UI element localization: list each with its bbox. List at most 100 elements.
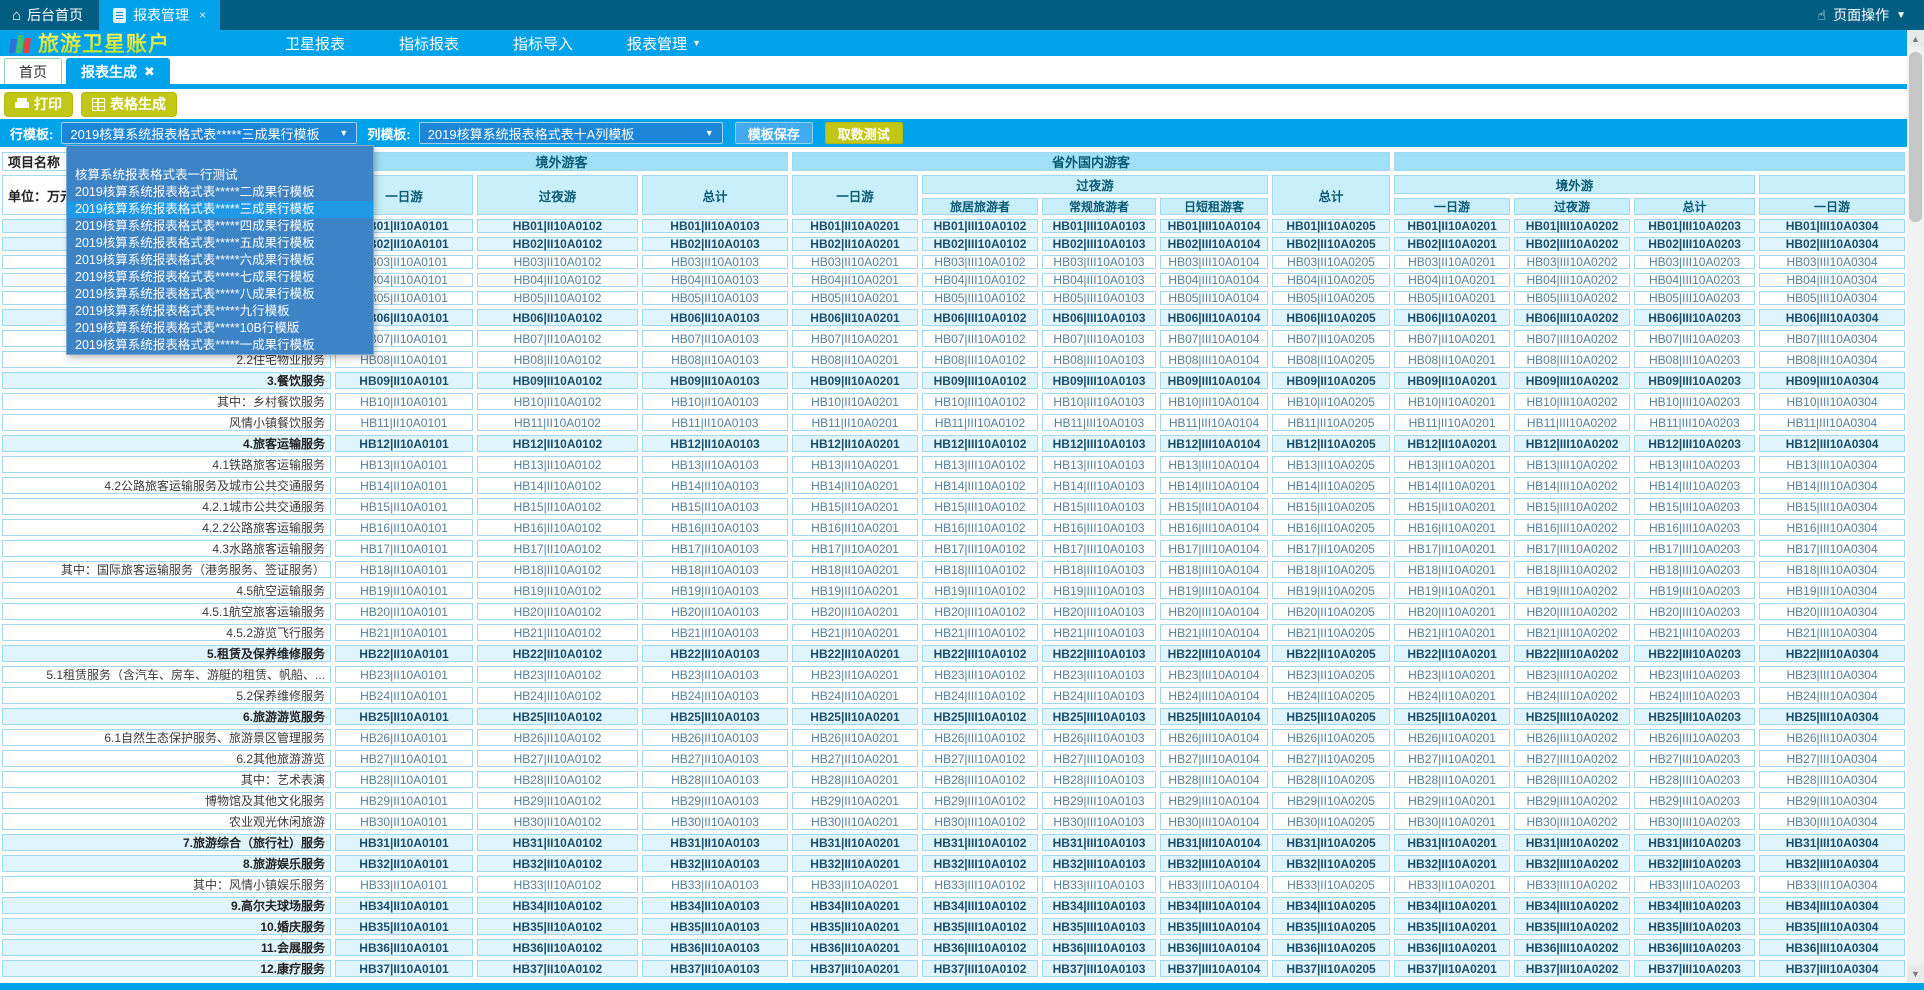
cell-code[interactable]: HB02|III10A0102 <box>920 235 1040 253</box>
cell-code[interactable]: HB06|III10A0103 <box>1040 307 1158 328</box>
cell-code[interactable]: HB24|III10A0102 <box>920 685 1040 706</box>
cell-code[interactable]: HB22|III10A0103 <box>1040 643 1158 664</box>
cell-code[interactable]: HB23|III10A0203 <box>1632 664 1757 685</box>
cell-code[interactable]: HB12|II10A0201 <box>1392 433 1512 454</box>
cell-code[interactable]: HB23|III10A0304 <box>1757 664 1907 685</box>
cell-code[interactable]: HB04|III10A0202 <box>1512 271 1632 289</box>
cell-code[interactable]: HB27|II10A0102 <box>475 748 640 769</box>
cell-code[interactable]: HB20|II10A0201 <box>1392 601 1512 622</box>
dropdown-option[interactable]: 核算系统报表格式表一行测试 <box>67 167 373 184</box>
cell-code[interactable]: HB22|III10A0203 <box>1632 643 1757 664</box>
cell-code[interactable]: HB36|II10A0201 <box>1392 937 1512 958</box>
cell-code[interactable]: HB08|III10A0103 <box>1040 349 1158 370</box>
cell-code[interactable]: HB23|II10A0103 <box>640 664 790 685</box>
cell-code[interactable]: HB07|II10A0103 <box>640 328 790 349</box>
cell-code[interactable]: HB01|II10A0102 <box>475 217 640 235</box>
cell-code[interactable]: HB03|III10A0203 <box>1632 253 1757 271</box>
cell-code[interactable]: HB35|II10A0205 <box>1270 916 1392 937</box>
cell-code[interactable]: HB01|II10A0201 <box>1392 217 1512 235</box>
cell-code[interactable]: HB36|II10A0205 <box>1270 937 1392 958</box>
cell-code[interactable]: HB07|III10A0103 <box>1040 328 1158 349</box>
cell-code[interactable]: HB11|III10A0103 <box>1040 412 1158 433</box>
cell-code[interactable]: HB11|II10A0201 <box>1392 412 1512 433</box>
cell-code[interactable]: HB28|III10A0304 <box>1757 769 1907 790</box>
cell-code[interactable]: HB17|II10A0103 <box>640 538 790 559</box>
cell-code[interactable]: HB01|III10A0104 <box>1158 217 1270 235</box>
cell-code[interactable]: HB13|III10A0304 <box>1757 454 1907 475</box>
cell-code[interactable]: HB35|III10A0103 <box>1040 916 1158 937</box>
cell-code[interactable]: HB31|III10A0304 <box>1757 832 1907 853</box>
cell-code[interactable]: HB14|III10A0304 <box>1757 475 1907 496</box>
cell-code[interactable]: HB20|II10A0101 <box>333 601 475 622</box>
cell-code[interactable]: HB20|III10A0102 <box>920 601 1040 622</box>
cell-code[interactable]: HB20|II10A0201 <box>790 601 920 622</box>
cell-code[interactable]: HB11|III10A0104 <box>1158 412 1270 433</box>
cell-code[interactable]: HB17|II10A0201 <box>1392 538 1512 559</box>
cell-code[interactable]: HB10|III10A0102 <box>920 391 1040 412</box>
cell-code[interactable]: HB20|III10A0103 <box>1040 601 1158 622</box>
cell-code[interactable]: HB15|III10A0102 <box>920 496 1040 517</box>
cell-code[interactable]: HB14|III10A0103 <box>1040 475 1158 496</box>
cell-code[interactable]: HB29|II10A0103 <box>640 790 790 811</box>
cell-code[interactable]: HB35|II10A0102 <box>475 916 640 937</box>
cell-code[interactable]: HB04|II10A0103 <box>640 271 790 289</box>
dropdown-option[interactable]: 2019核算系统报表格式表*****二成果行模板 <box>67 184 373 201</box>
cell-code[interactable]: HB15|III10A0104 <box>1158 496 1270 517</box>
cell-code[interactable]: HB13|III10A0202 <box>1512 454 1632 475</box>
scroll-down-arrow-icon[interactable]: ▼ <box>1907 965 1924 982</box>
cell-code[interactable]: HB32|III10A0104 <box>1158 853 1270 874</box>
cell-code[interactable]: HB12|II10A0201 <box>790 433 920 454</box>
cell-code[interactable]: HB13|II10A0101 <box>333 454 475 475</box>
cell-code[interactable]: HB07|III10A0102 <box>920 328 1040 349</box>
cell-code[interactable]: HB17|III10A0304 <box>1757 538 1907 559</box>
cell-code[interactable]: HB02|III10A0202 <box>1512 235 1632 253</box>
cell-code[interactable]: HB09|III10A0203 <box>1632 370 1757 391</box>
cell-code[interactable]: HB26|II10A0102 <box>475 727 640 748</box>
cell-code[interactable]: HB05|II10A0103 <box>640 289 790 307</box>
cell-code[interactable]: HB14|II10A0103 <box>640 475 790 496</box>
cell-code[interactable]: HB27|II10A0101 <box>333 748 475 769</box>
cell-code[interactable]: HB36|II10A0103 <box>640 937 790 958</box>
cell-code[interactable]: HB08|II10A0205 <box>1270 349 1392 370</box>
cell-code[interactable]: HB15|II10A0101 <box>333 496 475 517</box>
cell-code[interactable]: HB12|III10A0102 <box>920 433 1040 454</box>
cell-code[interactable]: HB07|II10A0205 <box>1270 328 1392 349</box>
cell-code[interactable]: HB02|III10A0103 <box>1040 235 1158 253</box>
report-management-tab[interactable]: 报表管理 × <box>99 0 220 30</box>
cell-code[interactable]: HB35|III10A0203 <box>1632 916 1757 937</box>
cell-code[interactable]: HB06|III10A0203 <box>1632 307 1757 328</box>
cell-code[interactable]: HB25|III10A0103 <box>1040 706 1158 727</box>
cell-code[interactable]: HB37|III10A0104 <box>1158 958 1270 979</box>
cell-code[interactable]: HB05|II10A0201 <box>790 289 920 307</box>
cell-code[interactable]: HB12|II10A0103 <box>640 433 790 454</box>
cell-code[interactable]: HB28|II10A0201 <box>790 769 920 790</box>
cell-code[interactable]: HB35|II10A0101 <box>333 916 475 937</box>
cell-code[interactable]: HB04|II10A0201 <box>1392 271 1512 289</box>
cell-code[interactable]: HB34|III10A0104 <box>1158 895 1270 916</box>
cell-code[interactable]: HB19|II10A0103 <box>640 580 790 601</box>
cell-code[interactable]: HB26|II10A0101 <box>333 727 475 748</box>
cell-code[interactable]: HB08|II10A0201 <box>1392 349 1512 370</box>
cell-code[interactable]: HB15|II10A0102 <box>475 496 640 517</box>
cell-code[interactable]: HB18|III10A0203 <box>1632 559 1757 580</box>
cell-code[interactable]: HB36|III10A0304 <box>1757 937 1907 958</box>
cell-code[interactable]: HB01|II10A0205 <box>1270 217 1392 235</box>
cell-code[interactable]: HB21|II10A0201 <box>790 622 920 643</box>
cell-code[interactable]: HB02|II10A0103 <box>640 235 790 253</box>
cell-code[interactable]: HB04|II10A0201 <box>790 271 920 289</box>
cell-code[interactable]: HB10|II10A0205 <box>1270 391 1392 412</box>
cell-code[interactable]: HB08|II10A0102 <box>475 349 640 370</box>
cell-code[interactable]: HB23|III10A0104 <box>1158 664 1270 685</box>
dropdown-option[interactable]: 2019核算系统报表格式表*****一成果行模板 <box>67 337 373 354</box>
cell-code[interactable]: HB32|III10A0103 <box>1040 853 1158 874</box>
cell-code[interactable]: HB27|III10A0304 <box>1757 748 1907 769</box>
cell-code[interactable]: HB11|III10A0203 <box>1632 412 1757 433</box>
cell-code[interactable]: HB16|III10A0304 <box>1757 517 1907 538</box>
cell-code[interactable]: HB21|III10A0202 <box>1512 622 1632 643</box>
cell-code[interactable]: HB13|II10A0201 <box>790 454 920 475</box>
cell-code[interactable]: HB09|II10A0201 <box>790 370 920 391</box>
cell-code[interactable]: HB16|III10A0202 <box>1512 517 1632 538</box>
cell-code[interactable]: HB09|II10A0205 <box>1270 370 1392 391</box>
cell-code[interactable]: HB13|II10A0102 <box>475 454 640 475</box>
cell-code[interactable]: HB32|II10A0103 <box>640 853 790 874</box>
